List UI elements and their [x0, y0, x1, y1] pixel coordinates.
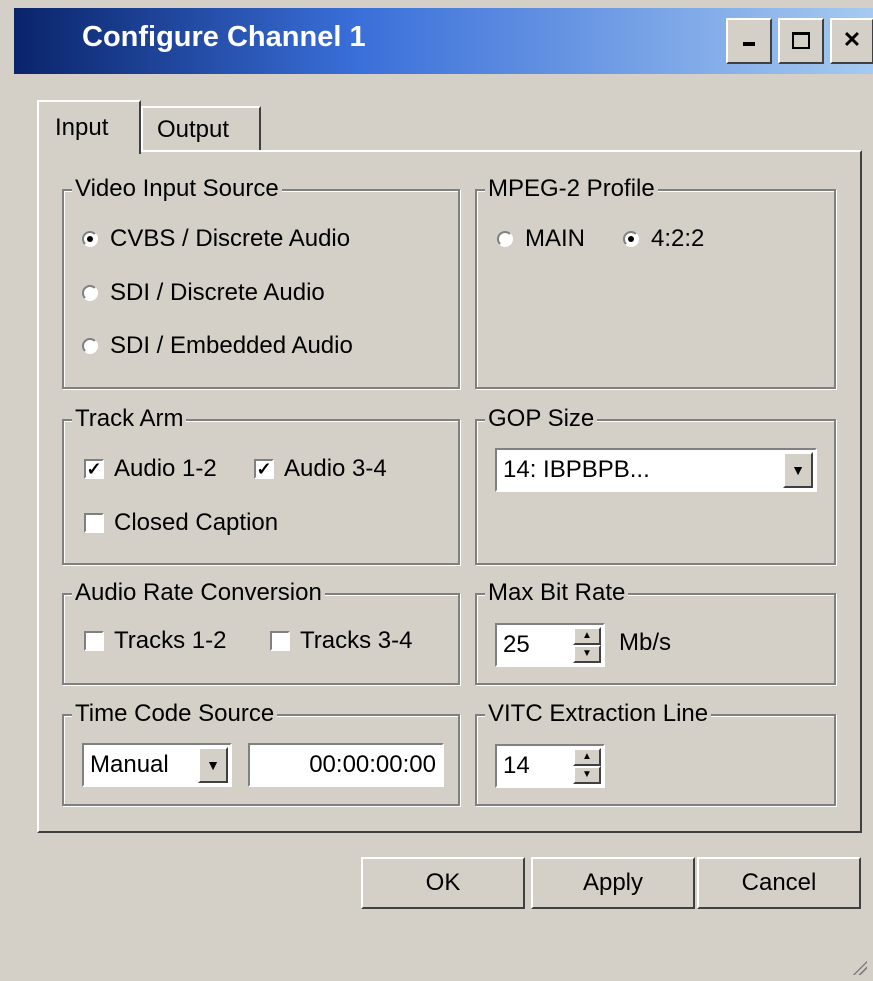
time-code-mode-value: Manual: [90, 751, 169, 778]
mpeg2-profile-group: MPEG-2 Profile MAIN 4:2:2: [475, 174, 836, 389]
gop-size-group: GOP Size 14: IBPBPB... ▼: [475, 404, 836, 565]
configure-channel-dialog: Configure Channel 1 ✕ Input Output Video…: [0, 0, 873, 981]
checkbox-label: Tracks 1-2: [114, 627, 227, 654]
window-title: Configure Channel 1: [82, 21, 366, 53]
radio-label: SDI / Discrete Audio: [110, 279, 325, 306]
tab-output-label: Output: [157, 116, 230, 143]
resize-grip-icon[interactable]: [849, 957, 867, 975]
time-code-mode-dropdown[interactable]: Manual ▼: [82, 743, 232, 787]
checkbox-label: Audio 3-4: [284, 455, 387, 482]
time-code-source-group: Time Code Source Manual ▼ 00:00:00:00: [62, 699, 460, 806]
audio-rate-conversion-legend: Audio Rate Conversion: [72, 578, 325, 608]
radio-profile-main[interactable]: MAIN: [497, 225, 585, 253]
chevron-down-icon: ▼: [206, 757, 220, 773]
tab-output[interactable]: Output: [141, 106, 261, 150]
checkbox-tracks-1-2[interactable]: Tracks 1-2: [84, 627, 226, 655]
radio-label: SDI / Embedded Audio: [110, 332, 353, 359]
ok-button[interactable]: OK: [361, 857, 525, 909]
checkbox-unchecked-icon: [270, 631, 290, 651]
track-arm-legend: Track Arm: [72, 404, 187, 434]
radio-label: MAIN: [525, 225, 585, 252]
spin-up-icon[interactable]: ▲: [573, 748, 601, 766]
dropdown-button[interactable]: ▼: [783, 452, 813, 488]
vitc-extraction-line-spinner[interactable]: 14 ▲ ▼: [495, 744, 605, 788]
radio-unselected-icon: [82, 285, 98, 301]
checkbox-audio-3-4[interactable]: ✓ Audio 3-4: [254, 455, 387, 483]
apply-button[interactable]: Apply: [531, 857, 695, 909]
spin-down-icon[interactable]: ▼: [573, 645, 601, 663]
radio-sdi-discrete-audio[interactable]: SDI / Discrete Audio: [82, 279, 325, 307]
radio-label: 4:2:2: [651, 225, 705, 252]
spin-buttons[interactable]: ▲ ▼: [573, 627, 601, 663]
checkbox-label: Closed Caption: [114, 509, 279, 536]
radio-sdi-embedded-audio[interactable]: SDI / Embedded Audio: [82, 332, 353, 360]
spin-buttons[interactable]: ▲ ▼: [573, 748, 601, 784]
track-arm-group: Track Arm ✓ Audio 1-2 ✓ Audio 3-4 Closed…: [62, 404, 460, 565]
maximize-button[interactable]: [778, 18, 824, 64]
checkbox-checked-icon: ✓: [84, 459, 104, 479]
max-bit-rate-legend: Max Bit Rate: [485, 578, 629, 608]
video-input-source-legend: Video Input Source: [72, 174, 282, 204]
spin-down-icon[interactable]: ▼: [573, 766, 601, 784]
checkbox-tracks-3-4[interactable]: Tracks 3-4: [270, 627, 412, 655]
maximize-icon: [792, 32, 810, 49]
timecode-value: 00:00:00:00: [309, 751, 436, 778]
video-input-source-group: Video Input Source CVBS / Discrete Audio…: [62, 174, 460, 389]
chevron-down-icon: ▼: [791, 462, 805, 478]
max-bit-rate-unit: Mb/s: [619, 629, 672, 656]
timecode-input[interactable]: 00:00:00:00: [248, 743, 444, 787]
radio-profile-422[interactable]: 4:2:2: [623, 225, 704, 253]
radio-selected-icon: [82, 231, 98, 247]
gop-size-dropdown[interactable]: 14: IBPBPB... ▼: [495, 448, 817, 492]
time-code-source-legend: Time Code Source: [72, 699, 278, 729]
close-icon: ✕: [842, 27, 862, 52]
checkbox-unchecked-icon: [84, 631, 104, 651]
checkbox-label: Tracks 3-4: [300, 627, 413, 654]
vitc-extraction-line-value: 14: [503, 752, 530, 779]
mpeg2-profile-legend: MPEG-2 Profile: [485, 174, 658, 204]
checkbox-unchecked-icon: [84, 513, 104, 533]
tab-input[interactable]: Input: [37, 100, 141, 154]
radio-label: CVBS / Discrete Audio: [110, 225, 351, 252]
dropdown-button[interactable]: ▼: [198, 747, 228, 783]
minimize-button[interactable]: [726, 18, 772, 64]
audio-rate-conversion-group: Audio Rate Conversion Tracks 1-2 Tracks …: [62, 578, 460, 685]
radio-cvbs-discrete-audio[interactable]: CVBS / Discrete Audio: [82, 225, 350, 253]
spin-up-icon[interactable]: ▲: [573, 627, 601, 645]
checkbox-label: Audio 1-2: [114, 455, 217, 482]
max-bit-rate-value: 25: [503, 631, 530, 658]
checkbox-checked-icon: ✓: [254, 459, 274, 479]
max-bit-rate-group: Max Bit Rate 25 ▲ ▼ Mb/s: [475, 578, 836, 685]
tab-input-label: Input: [55, 114, 109, 141]
radio-unselected-icon: [497, 231, 513, 247]
minimize-icon: [743, 42, 755, 46]
vitc-extraction-line-legend: VITC Extraction Line: [485, 699, 712, 729]
vitc-extraction-line-group: VITC Extraction Line 14 ▲ ▼: [475, 699, 836, 806]
max-bit-rate-spinner[interactable]: 25 ▲ ▼: [495, 623, 605, 667]
close-button[interactable]: ✕: [830, 18, 873, 64]
checkbox-closed-caption[interactable]: Closed Caption: [84, 509, 278, 537]
gop-size-legend: GOP Size: [485, 404, 598, 434]
radio-selected-icon: [623, 231, 639, 247]
title-bar[interactable]: Configure Channel 1 ✕: [14, 8, 873, 74]
checkbox-audio-1-2[interactable]: ✓ Audio 1-2: [84, 455, 217, 483]
cancel-button[interactable]: Cancel: [697, 857, 861, 909]
radio-unselected-icon: [82, 338, 98, 354]
gop-size-value: 14: IBPBPB...: [503, 456, 650, 483]
